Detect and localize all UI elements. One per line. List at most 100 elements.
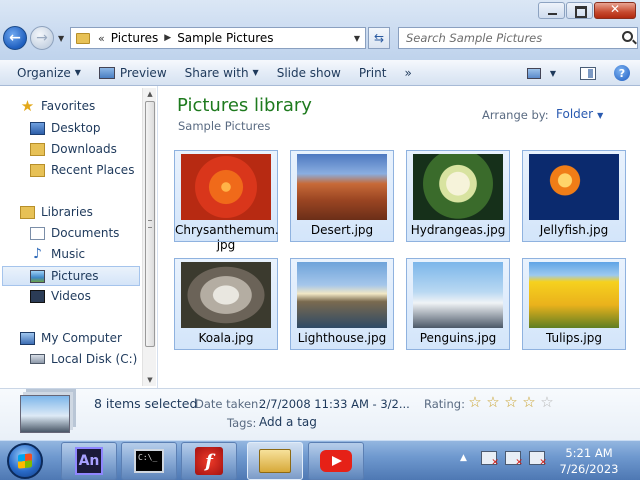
star-icon[interactable]: ☆	[520, 393, 538, 411]
organize-button[interactable]: Organize ▼	[8, 60, 90, 86]
star-icon[interactable]: ☆	[538, 393, 556, 411]
address-overflow-chevron[interactable]: «	[98, 32, 105, 45]
share-with-label: Share with	[184, 65, 249, 80]
back-button[interactable]: ←	[3, 26, 27, 50]
slide-show-button[interactable]: Slide show	[268, 60, 350, 86]
star-icon[interactable]: ☆	[466, 393, 484, 411]
selection-thumbnail	[20, 395, 70, 433]
nav-pictures[interactable]: Pictures	[2, 266, 140, 286]
show-hidden-icons-button[interactable]: ▲	[460, 453, 467, 463]
taskbar-app-youtube[interactable]	[308, 442, 364, 480]
preview-pane-icon[interactable]	[580, 66, 596, 80]
nav-label: Documents	[51, 226, 120, 240]
file-tile-penguins[interactable]: Penguins.jpg	[406, 258, 510, 350]
file-name: Koala.jpg	[198, 331, 254, 345]
search-box[interactable]	[398, 27, 638, 49]
action-center-icon[interactable]	[480, 451, 499, 468]
view-options-dropdown-icon[interactable]: ▼	[550, 69, 556, 78]
arrange-by-dropdown[interactable]: Folder ▼	[556, 107, 603, 121]
nav-label: Videos	[51, 289, 91, 303]
nav-documents[interactable]: Documents	[30, 226, 119, 240]
file-tile-chrysanthemum[interactable]: Chrysanthemum. jpg	[174, 150, 279, 252]
file-name: Tulips.jpg	[545, 331, 603, 345]
star-icon: ★	[20, 96, 35, 115]
scroll-up-icon[interactable]: ▲	[143, 88, 157, 100]
breadcrumb-separator-icon[interactable]: ▶	[164, 33, 171, 43]
nav-libraries[interactable]: Libraries	[20, 205, 93, 219]
file-tile-tulips[interactable]: Tulips.jpg	[522, 258, 626, 350]
start-button[interactable]	[7, 443, 43, 479]
downloads-folder-icon	[30, 142, 45, 156]
scroll-down-icon[interactable]: ▼	[143, 374, 157, 386]
file-tile-desert[interactable]: Desert.jpg	[290, 150, 394, 242]
tags-input[interactable]: Add a tag	[259, 415, 317, 429]
nav-downloads[interactable]: Downloads	[30, 142, 117, 156]
taskbar-app-flash[interactable]: f	[181, 442, 237, 480]
more-commands-button[interactable]: »	[395, 60, 420, 86]
address-dropdown-icon[interactable]: ▼	[354, 34, 360, 43]
thumbnail-image	[297, 262, 387, 328]
library-title: Pictures library	[177, 95, 312, 116]
breadcrumb-pictures[interactable]: Pictures	[111, 31, 159, 45]
nav-label: Music	[51, 247, 86, 261]
clock[interactable]: 5:21 AM 7/26/2023	[556, 445, 622, 477]
nav-label: Favorites	[41, 99, 96, 113]
forward-arrow-icon: →	[36, 30, 48, 46]
recent-pages-dropdown-icon[interactable]: ▼	[58, 34, 64, 43]
maximize-button[interactable]	[566, 2, 593, 19]
search-input[interactable]	[399, 28, 599, 48]
computer-icon	[20, 331, 35, 345]
file-tile-lighthouse[interactable]: Lighthouse.jpg	[290, 258, 394, 350]
nav-label: Local Disk (C:)	[51, 352, 138, 366]
details-pane: 8 items selected Date taken: 2/7/2008 11…	[0, 388, 640, 440]
star-icon[interactable]: ☆	[502, 393, 520, 411]
nav-label: Downloads	[51, 142, 117, 156]
nav-desktop[interactable]: Desktop	[30, 121, 101, 135]
nav-recent-places[interactable]: Recent Places	[30, 163, 134, 177]
preview-label: Preview	[119, 65, 167, 80]
file-name: Penguins.jpg	[419, 331, 497, 345]
desktop-icon	[30, 121, 45, 135]
file-tile-koala[interactable]: Koala.jpg	[174, 258, 278, 350]
forward-button[interactable]: →	[30, 26, 54, 50]
nav-videos[interactable]: Videos	[30, 289, 91, 303]
date-taken-value[interactable]: 2/7/2008 11:33 AM - 3/2...	[259, 397, 410, 411]
file-tile-jellyfish[interactable]: Jellyfish.jpg	[522, 150, 626, 242]
videos-icon	[30, 289, 45, 303]
help-icon[interactable]: ?	[614, 65, 630, 81]
scrollbar-thumb[interactable]	[145, 101, 155, 347]
address-bar[interactable]: « Pictures ▶ Sample Pictures ▼	[70, 27, 366, 49]
nav-my-computer[interactable]: My Computer	[20, 331, 122, 345]
share-with-button[interactable]: Share with ▼	[176, 60, 268, 86]
taskbar-app-explorer[interactable]	[247, 442, 303, 480]
change-view-icon[interactable]	[526, 67, 541, 79]
taskbar-app-cmd[interactable]: C:\_	[121, 442, 177, 480]
star-icon[interactable]: ☆	[484, 393, 502, 411]
tags-label: Tags:	[227, 416, 257, 430]
taskbar-app-animate[interactable]: An	[61, 442, 117, 480]
network-icon[interactable]	[504, 451, 523, 468]
youtube-icon	[320, 450, 352, 472]
rating-stars[interactable]: ☆ ☆ ☆ ☆ ☆	[466, 393, 556, 411]
thumbnail-image	[413, 262, 503, 328]
print-button[interactable]: Print	[350, 60, 396, 86]
breadcrumb-sample-pictures[interactable]: Sample Pictures	[177, 31, 273, 45]
nav-local-disk[interactable]: Local Disk (C:)	[30, 352, 137, 366]
close-button[interactable]	[594, 2, 636, 19]
folder-icon	[76, 32, 90, 44]
nav-label: My Computer	[41, 331, 122, 345]
preview-button[interactable]: Preview	[90, 60, 176, 86]
nav-scrollbar[interactable]: ▲ ▼	[142, 88, 156, 386]
refresh-button[interactable]: ⇆	[368, 27, 390, 49]
selection-count: 8 items selected	[94, 396, 198, 411]
chevron-down-icon: ▼	[597, 111, 604, 120]
nav-music[interactable]: ♪ Music	[30, 247, 86, 262]
content-pane: Pictures library Sample Pictures Arrange…	[162, 86, 640, 388]
nav-favorites[interactable]: ★ Favorites	[20, 96, 96, 115]
command-prompt-icon: C:\_	[134, 449, 164, 473]
search-icon[interactable]	[622, 31, 633, 42]
volume-icon[interactable]	[528, 451, 547, 468]
minimize-button[interactable]	[538, 2, 565, 19]
grip-icon	[148, 220, 152, 228]
file-tile-hydrangeas[interactable]: Hydrangeas.jpg	[406, 150, 510, 242]
